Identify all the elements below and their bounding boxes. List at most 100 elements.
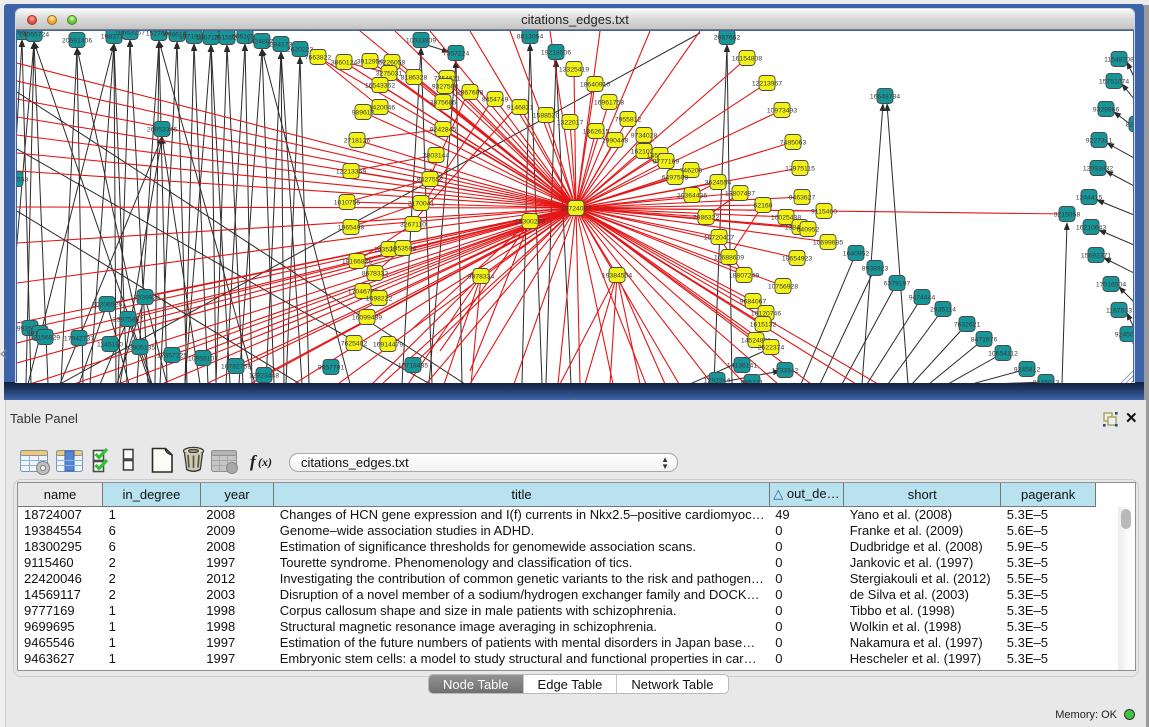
svg-text:26053346: 26053346 — [147, 127, 177, 134]
svg-text:1353594: 1353594 — [390, 246, 417, 253]
svg-text:9734028: 9734028 — [631, 133, 658, 140]
svg-text:9227341: 9227341 — [1086, 138, 1113, 145]
svg-text:12213967: 12213967 — [752, 81, 782, 88]
svg-text:19384554: 19384554 — [602, 273, 632, 280]
svg-text:1498222: 1498222 — [366, 296, 393, 303]
svg-text:9857791: 9857791 — [318, 365, 345, 372]
svg-text:9245013: 9245013 — [1033, 380, 1060, 383]
svg-text:9146821: 9146821 — [507, 105, 534, 112]
svg-text:3267110: 3267110 — [400, 222, 426, 229]
svg-text:1010755: 1010755 — [334, 200, 361, 207]
svg-text:9474444: 9474444 — [909, 295, 936, 302]
svg-text:2935114: 2935114 — [930, 307, 956, 314]
svg-text:16961758: 16961758 — [594, 100, 624, 107]
svg-text:8427552: 8427552 — [417, 177, 444, 184]
svg-text:12923448: 12923448 — [249, 373, 279, 380]
svg-text:9245812: 9245812 — [1014, 367, 1041, 374]
svg-text:827441: 827441 — [1126, 122, 1133, 129]
svg-text:17016504: 17016504 — [1096, 282, 1126, 289]
svg-text:3430558: 3430558 — [17, 177, 28, 184]
svg-text:3860124: 3860124 — [331, 60, 358, 67]
svg-text:8471676: 8471676 — [971, 337, 998, 344]
svg-text:2087662: 2087662 — [714, 35, 741, 42]
svg-text:7357224: 7357224 — [443, 51, 470, 58]
svg-text:1965498: 1965498 — [338, 225, 365, 232]
svg-text:15720407: 15720407 — [704, 235, 734, 242]
svg-text:12975115: 12975115 — [785, 166, 815, 173]
svg-text:989612: 989612 — [352, 110, 375, 117]
svg-text:18807249: 18807249 — [729, 273, 759, 280]
svg-text:16782759: 16782759 — [221, 364, 251, 371]
svg-text:16543362: 16543362 — [365, 83, 395, 90]
svg-text:10033809: 10033809 — [406, 38, 436, 45]
svg-text:1990448: 1990448 — [602, 138, 629, 145]
svg-text:7485063: 7485063 — [780, 140, 807, 147]
svg-text:20206526: 20206526 — [92, 302, 122, 309]
svg-text:13325419: 13325419 — [559, 67, 589, 74]
svg-text:18640910: 18640910 — [580, 82, 610, 89]
svg-text:9329966: 9329966 — [1093, 107, 1120, 114]
svg-text:1640952: 1640952 — [843, 251, 870, 258]
svg-text:18724007: 18724007 — [561, 206, 591, 213]
svg-text:10654112: 10654112 — [988, 351, 1018, 358]
svg-text:9684067: 9684067 — [740, 299, 767, 306]
svg-text:8938923: 8938923 — [862, 266, 889, 273]
svg-text:19654923: 19654923 — [782, 256, 812, 263]
svg-text:3624554: 3624554 — [705, 180, 732, 187]
svg-text:6497508: 6497508 — [662, 175, 689, 182]
svg-text:10688609: 10688609 — [714, 255, 744, 262]
svg-text:6379197: 6379197 — [884, 281, 911, 288]
svg-text:19218506: 19218506 — [541, 50, 571, 57]
svg-text:3275031: 3275031 — [376, 71, 403, 78]
svg-text:10958107: 10958107 — [188, 356, 218, 363]
svg-text:12156829: 12156829 — [30, 335, 60, 342]
svg-text:8186328: 8186328 — [401, 75, 428, 82]
svg-text:985771: 985771 — [741, 380, 764, 383]
svg-text:2803144: 2803144 — [423, 153, 450, 160]
svg-text:16648784: 16648784 — [870, 94, 900, 101]
svg-text:15751074: 15751074 — [1099, 79, 1129, 86]
svg-text:3215958: 3215958 — [1054, 212, 1081, 219]
svg-text:1615132: 1615132 — [750, 322, 777, 329]
svg-text:f: f — [250, 452, 258, 471]
svg-text:16099489: 16099489 — [352, 315, 382, 322]
svg-text:20364436: 20364436 — [677, 193, 707, 200]
svg-text:14136141: 14136141 — [727, 363, 757, 370]
svg-text:1145190: 1145190 — [97, 342, 123, 349]
svg-text:10699695: 10699695 — [813, 240, 843, 247]
svg-text:2718126: 2718126 — [344, 138, 371, 145]
svg-text:12905135: 12905135 — [125, 345, 155, 352]
svg-text:10807487: 10807487 — [725, 191, 755, 198]
svg-text:14055724: 14055724 — [19, 32, 49, 39]
svg-text:1588520: 1588520 — [533, 113, 560, 120]
svg-text:15718485: 15718485 — [398, 363, 428, 370]
svg-text:17357225: 17357225 — [157, 353, 187, 360]
svg-text:15300273: 15300273 — [515, 219, 545, 226]
svg-text:2620223: 2620223 — [287, 47, 314, 54]
svg-text:23975857: 23975857 — [113, 317, 143, 324]
svg-text:17339924: 17339924 — [130, 295, 160, 302]
svg-text:8454749: 8454749 — [482, 97, 509, 104]
svg-text:9878334: 9878334 — [468, 274, 495, 281]
svg-text:19166825: 19166825 — [342, 259, 372, 266]
svg-text:10756928: 10756928 — [768, 284, 798, 291]
svg-text:9463627: 9463627 — [789, 195, 816, 202]
svg-text:10653257: 10653257 — [115, 31, 145, 37]
svg-text:2170041: 2170041 — [408, 201, 435, 208]
svg-text:15692371: 15692371 — [1081, 253, 1111, 260]
svg-text:9777169: 9777169 — [653, 159, 680, 166]
svg-text:62160: 62160 — [754, 203, 773, 210]
svg-text:12093832: 12093832 — [1083, 166, 1113, 173]
svg-text:2522374: 2522374 — [758, 345, 785, 352]
svg-text:1167533: 1167533 — [1106, 308, 1132, 315]
svg-text:9242845: 9242845 — [430, 127, 457, 134]
svg-text:9327508: 9327508 — [432, 84, 459, 91]
svg-text:9115460: 9115460 — [811, 209, 837, 216]
svg-text:7955812: 7955812 — [615, 117, 642, 124]
svg-text:1244415: 1244415 — [1076, 195, 1103, 202]
svg-text:17942737: 17942737 — [64, 336, 94, 343]
svg-text:7625402: 7625402 — [341, 341, 368, 348]
svg-text:2867608: 2867608 — [457, 90, 484, 97]
svg-text:16914479: 16914479 — [373, 342, 403, 349]
svg-text:(x): (x) — [258, 455, 272, 469]
